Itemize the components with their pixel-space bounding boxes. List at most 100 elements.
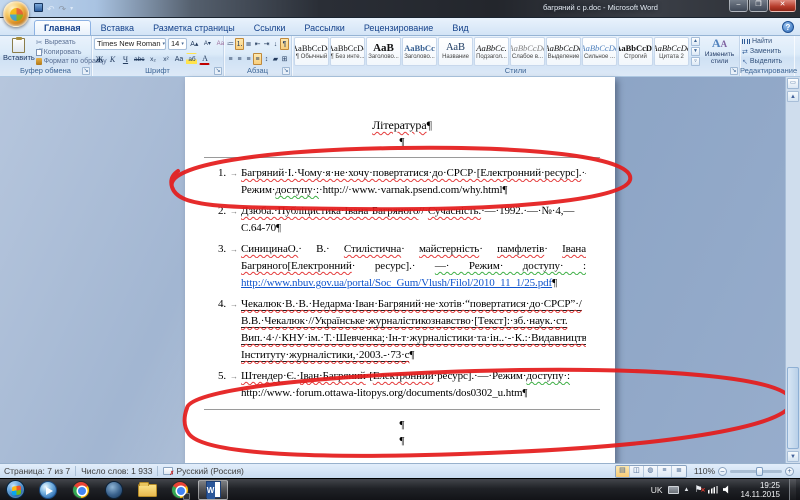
- help-icon[interactable]: ?: [782, 21, 794, 33]
- page-indicator[interactable]: Страница: 7 из 7: [4, 466, 70, 476]
- outline-view-icon[interactable]: ≡: [657, 465, 672, 477]
- style-chip[interactable]: AaBbCcDc Сильное ...: [582, 37, 617, 66]
- font-dialog-launcher[interactable]: ↘: [214, 67, 222, 75]
- zoom-level[interactable]: 110%: [694, 466, 715, 476]
- tab-insert[interactable]: Вставка: [92, 21, 143, 35]
- subscript-button[interactable]: x₂: [147, 53, 158, 65]
- style-chip[interactable]: AaBbCcDc Выделение: [546, 37, 581, 66]
- numbering-icon[interactable]: ⒈: [235, 38, 244, 50]
- qat-customize-button[interactable]: ▾: [70, 3, 73, 15]
- italic-button[interactable]: К: [107, 53, 118, 65]
- save-button[interactable]: [34, 3, 43, 15]
- decrease-indent-icon[interactable]: ⇤: [253, 38, 262, 50]
- tab-references[interactable]: Ссылки: [245, 21, 295, 35]
- increase-indent-icon[interactable]: ⇥: [262, 38, 271, 50]
- network-icon[interactable]: [707, 485, 718, 494]
- scrollbar-thumb[interactable]: [787, 367, 799, 449]
- align-left-icon[interactable]: ≡: [226, 53, 235, 65]
- proofing-error-icon[interactable]: [163, 467, 174, 477]
- shrink-font-button[interactable]: А▾: [202, 38, 213, 50]
- superscript-button[interactable]: x²: [160, 53, 171, 65]
- tab-home[interactable]: Главная: [34, 20, 91, 35]
- taskbar-chrome[interactable]: [66, 480, 96, 500]
- close-button[interactable]: ✕: [769, 0, 796, 12]
- change-case-button[interactable]: Aa: [173, 53, 184, 65]
- paste-button[interactable]: Вставить: [2, 37, 36, 66]
- language-indicator[interactable]: Русский (Россия): [176, 466, 243, 476]
- select-button[interactable]: ↖ Выделить: [742, 57, 792, 66]
- bold-button[interactable]: Ж: [94, 53, 105, 65]
- taskbar-globe-app[interactable]: [99, 480, 129, 500]
- fullscreen-reading-icon[interactable]: ◫: [629, 465, 644, 477]
- font-size-select[interactable]: 14 ▾: [168, 38, 187, 50]
- redo-button[interactable]: ↷: [59, 3, 67, 15]
- change-styles-button[interactable]: AA Изменить стили: [702, 37, 737, 66]
- hyperlink[interactable]: http://www.nbuv.gov.ua/portal/Soc_Gum/Vl…: [241, 277, 552, 289]
- styles-more-icon[interactable]: ▿: [691, 57, 700, 66]
- clock[interactable]: 19:25 14.11.2015: [741, 481, 780, 499]
- draft-view-icon[interactable]: ≣: [671, 465, 686, 477]
- align-center-icon[interactable]: ≡: [235, 53, 244, 65]
- zoom-in-button[interactable]: +: [785, 466, 794, 476]
- style-chip[interactable]: AaBbCcDc¶ Без инте...: [330, 37, 365, 66]
- document-page[interactable]: Література¶ ¶ 1. → Багряний·І.·Чому·я·не·х…: [185, 77, 615, 463]
- paragraph-dialog-launcher[interactable]: ↘: [282, 67, 290, 75]
- highlight-button[interactable]: аб: [186, 53, 198, 65]
- zoom-out-button[interactable]: –: [718, 466, 727, 476]
- find-button[interactable]: Найти: [742, 37, 792, 46]
- volume-icon[interactable]: [722, 485, 729, 494]
- styles-up-icon[interactable]: ▲: [691, 37, 700, 46]
- style-chip[interactable]: AaBbCc Заголово...: [402, 37, 437, 66]
- ruler-toggle-icon[interactable]: ▭: [787, 78, 799, 89]
- action-center-flag-icon[interactable]: ⚑: [694, 485, 705, 497]
- clipboard-dialog-launcher[interactable]: ↘: [82, 67, 90, 75]
- font-family-select[interactable]: Times New Roman ▾: [94, 38, 166, 50]
- tab-page-layout[interactable]: Разметка страницы: [144, 21, 244, 35]
- justify-icon[interactable]: ≡: [253, 53, 262, 65]
- scroll-up-icon[interactable]: ▲: [787, 91, 799, 102]
- taskbar-wmp[interactable]: [33, 480, 63, 500]
- bullets-icon[interactable]: ≔: [226, 38, 235, 50]
- print-layout-icon[interactable]: ▤: [615, 465, 630, 477]
- multilevel-list-icon[interactable]: ≣: [244, 38, 253, 50]
- style-chip[interactable]: AaBbCcDc Слабое в...: [510, 37, 545, 66]
- tab-review[interactable]: Рецензирование: [355, 21, 443, 35]
- align-right-icon[interactable]: ≡: [244, 53, 253, 65]
- scroll-down-icon[interactable]: ▼: [787, 451, 799, 462]
- tab-mailings[interactable]: Рассылки: [295, 21, 353, 35]
- keyboard-language[interactable]: UK: [651, 485, 663, 495]
- show-desktop-button[interactable]: [789, 478, 796, 500]
- style-chip[interactable]: AaBbCcDcСтрогий: [618, 37, 653, 66]
- taskbar-word-active[interactable]: [198, 479, 228, 500]
- grow-font-button[interactable]: А▴: [189, 38, 200, 50]
- sort-icon[interactable]: ↓: [271, 38, 280, 50]
- styles-down-icon[interactable]: ▼: [691, 47, 700, 56]
- start-button[interactable]: [6, 480, 25, 499]
- strikethrough-button[interactable]: abc: [133, 53, 145, 65]
- vertical-scrollbar[interactable]: ▭ ▲ ▼: [785, 77, 800, 463]
- word-count[interactable]: Число слов: 1 933: [81, 466, 152, 476]
- style-chip[interactable]: AaBbCc. Подзагол...: [474, 37, 509, 66]
- style-chip[interactable]: AaBbCcDc¶ Обычный: [294, 37, 329, 66]
- tab-view[interactable]: Вид: [443, 21, 477, 35]
- keyboard-icon[interactable]: [667, 485, 679, 494]
- taskbar-explorer[interactable]: [132, 480, 162, 500]
- show-marks-icon[interactable]: ¶: [280, 38, 289, 50]
- web-layout-icon[interactable]: ◍: [643, 465, 658, 477]
- style-chip[interactable]: AaB Заголово...: [366, 37, 401, 66]
- style-chip[interactable]: АаВ Название: [438, 37, 473, 66]
- taskbar-chrome-2[interactable]: [165, 480, 195, 500]
- borders-icon[interactable]: ⊞: [280, 53, 289, 65]
- replace-button[interactable]: ⇄ Заменить: [742, 47, 792, 56]
- undo-button[interactable]: ↶: [47, 3, 55, 15]
- shading-icon[interactable]: ▰: [271, 53, 280, 65]
- line-spacing-icon[interactable]: ↕: [262, 53, 271, 65]
- minimize-button[interactable]: –: [729, 0, 748, 12]
- zoom-thumb[interactable]: [756, 466, 763, 476]
- zoom-track[interactable]: [730, 466, 782, 476]
- font-color-button[interactable]: А: [199, 53, 211, 65]
- office-button[interactable]: [3, 1, 29, 27]
- styles-dialog-launcher[interactable]: ↘: [730, 67, 738, 75]
- restore-button[interactable]: ❐: [749, 0, 768, 12]
- style-chip[interactable]: AaBbCcDc Цитата 2: [654, 37, 689, 66]
